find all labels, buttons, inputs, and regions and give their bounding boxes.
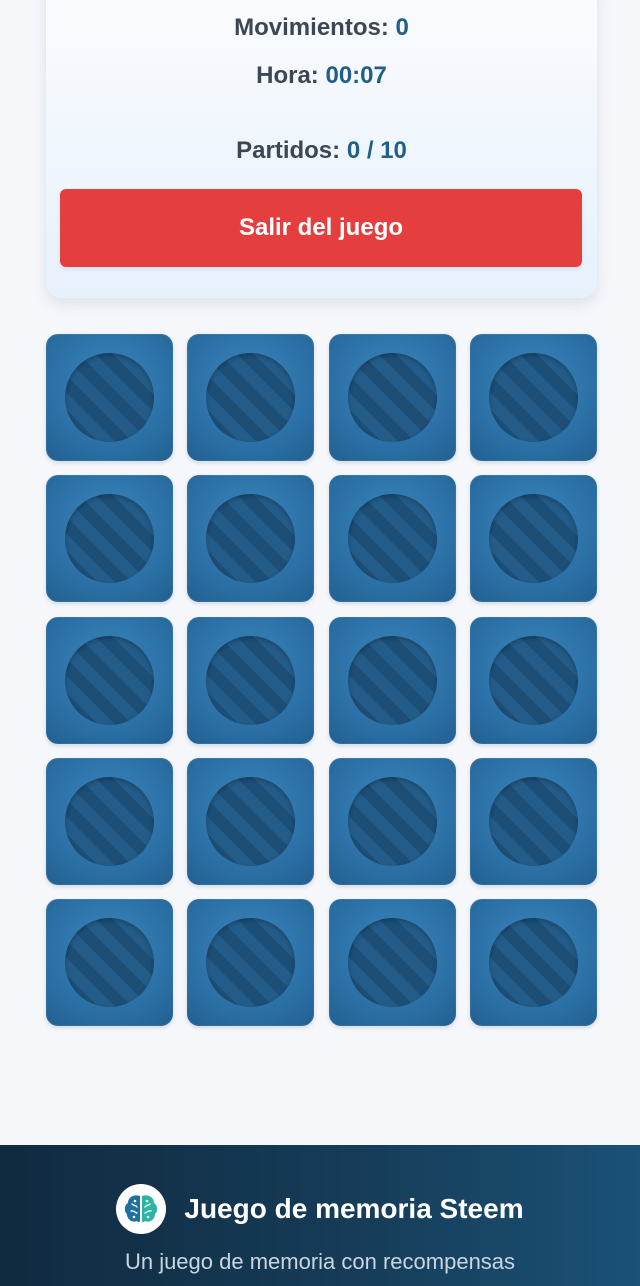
time-label: Hora: [256,62,319,89]
striped-circle-icon [65,776,154,866]
footer-title: Juego de memoria Steem [184,1193,524,1224]
striped-circle-icon [65,635,154,725]
memory-card[interactable] [46,899,173,1027]
memory-card[interactable] [328,616,456,744]
striped-circle-icon [206,494,296,584]
moves-stat: Movimientos: 0 [46,14,597,42]
striped-circle-icon [488,635,578,725]
memory-card[interactable] [187,616,315,744]
memory-card[interactable] [46,475,173,603]
matches-label: Partidos: [236,137,341,164]
striped-circle-icon [206,918,296,1008]
memory-card[interactable] [46,334,173,461]
striped-circle-icon [488,918,578,1008]
footer: Juego de memoria Steem Un juego de memor… [0,1145,640,1286]
time-value: 00:07 [325,62,387,89]
card-board [46,334,597,1027]
striped-circle-icon [488,353,578,442]
memory-card[interactable] [328,334,456,461]
exit-game-button[interactable]: Salir del juego [60,189,582,267]
striped-circle-icon [206,635,296,725]
memory-card[interactable] [187,757,315,885]
memory-card[interactable] [46,616,173,744]
memory-card[interactable] [187,334,315,461]
memory-card[interactable] [469,616,597,744]
matches-value: 0 / 10 [346,137,407,164]
striped-circle-icon [65,353,154,442]
striped-circle-icon [347,353,437,442]
moves-value: 0 [395,14,409,41]
striped-circle-icon [65,918,154,1008]
matches-stat: Partidos: 0 / 10 [46,137,597,165]
memory-card[interactable] [328,757,456,885]
striped-circle-icon [488,494,578,584]
striped-circle-icon [347,494,437,584]
memory-card[interactable] [46,757,173,885]
stats-panel: Movimientos: 0 Hora: 00:07 Partidos: 0 /… [46,0,597,298]
memory-card[interactable] [187,475,315,603]
memory-card[interactable] [469,899,597,1027]
memory-card[interactable] [469,757,597,885]
memory-card[interactable] [328,899,456,1027]
brain-icon [116,1184,167,1234]
striped-circle-icon [347,635,437,725]
striped-circle-icon [347,918,437,1008]
memory-card[interactable] [328,475,456,603]
striped-circle-icon [206,776,296,866]
memory-card[interactable] [469,334,597,461]
time-stat: Hora: 00:07 [46,62,597,90]
moves-label: Movimientos: [234,14,389,41]
striped-circle-icon [65,494,154,584]
memory-card[interactable] [469,475,597,603]
striped-circle-icon [206,353,296,442]
footer-tagline: Un juego de memoria con recompensas [124,1249,516,1274]
striped-circle-icon [347,776,437,866]
striped-circle-icon [488,776,578,866]
footer-brand: Juego de memoria Steem [0,1183,640,1235]
game-page: Movimientos: 0 Hora: 00:07 Partidos: 0 /… [0,0,640,1286]
memory-card[interactable] [187,899,315,1027]
